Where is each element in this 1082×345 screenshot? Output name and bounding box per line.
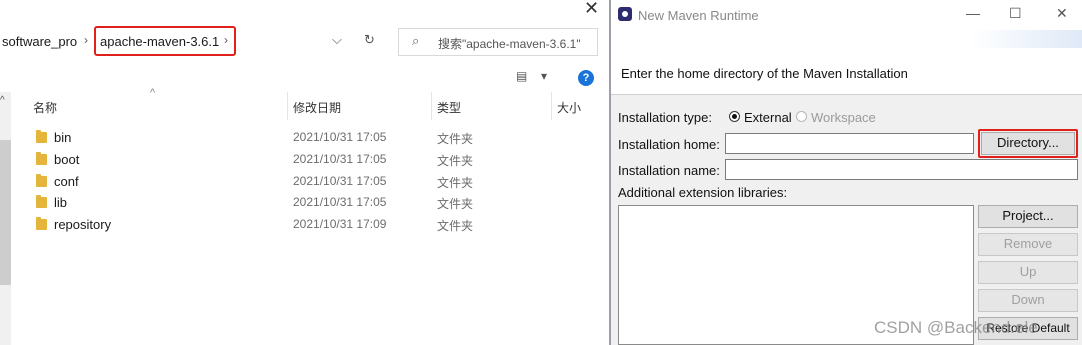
- scrollbar-thumb[interactable]: [0, 140, 11, 285]
- file-type: 文件夹: [437, 219, 474, 233]
- column-header-name[interactable]: 名称: [33, 99, 57, 116]
- column-divider[interactable]: [551, 92, 552, 120]
- search-icon: ⌕: [412, 33, 420, 48]
- new-maven-runtime-dialog: New Maven Runtime — ☐ ✕ Enter the home d…: [611, 0, 1082, 345]
- installation-name-input[interactable]: [725, 159, 1078, 180]
- workspace-radio-label[interactable]: Workspace: [811, 110, 876, 125]
- directory-button[interactable]: Directory...: [981, 132, 1075, 155]
- file-row-conf[interactable]: conf 2021/10/31 17:05 文件夹: [28, 171, 606, 193]
- header-separator: [611, 94, 1082, 95]
- file-modified-date: 2021/10/31 17:05: [293, 152, 387, 166]
- folder-icon: [36, 152, 47, 165]
- file-modified-date: 2021/10/31 17:09: [293, 217, 387, 231]
- file-row-bin[interactable]: bin 2021/10/31 17:05 文件夹: [28, 127, 606, 149]
- csdn-watermark: CSDN @Backend.ele: [874, 318, 1038, 337]
- refresh-icon[interactable]: ↻: [364, 32, 375, 48]
- header-banner-decoration: [971, 30, 1082, 48]
- installation-home-label: Installation home:: [618, 137, 720, 152]
- column-header-size[interactable]: 大小: [557, 99, 581, 116]
- minimize-icon[interactable]: —: [966, 5, 980, 21]
- file-type: 文件夹: [437, 154, 474, 168]
- installation-type-label: Installation type:: [618, 110, 712, 125]
- close-icon[interactable]: ✕: [1056, 5, 1068, 22]
- file-type: 文件夹: [437, 176, 474, 190]
- breadcrumb-item-current[interactable]: apache-maven-3.6.1: [100, 34, 219, 49]
- file-row-boot[interactable]: boot 2021/10/31 17:05 文件夹: [28, 149, 606, 171]
- eclipse-app-icon: [618, 7, 632, 21]
- address-dropdown-icon[interactable]: ⌵: [332, 32, 342, 48]
- file-type: 文件夹: [437, 132, 474, 146]
- folder-icon: [36, 195, 47, 208]
- file-row-lib[interactable]: lib 2021/10/31 17:05 文件夹: [28, 192, 606, 214]
- view-layout-icon[interactable]: ▤: [516, 69, 527, 83]
- installation-home-input[interactable]: [725, 133, 974, 154]
- folder-icon: [36, 174, 47, 187]
- folder-icon: [36, 217, 47, 230]
- external-radio-label[interactable]: External: [744, 110, 792, 125]
- file-row-repository[interactable]: repository 2021/10/31 17:09 文件夹: [28, 214, 606, 236]
- file-modified-date: 2021/10/31 17:05: [293, 195, 387, 209]
- file-modified-date: 2021/10/31 17:05: [293, 130, 387, 144]
- extension-libraries-label: Additional extension libraries:: [618, 185, 788, 200]
- view-dropdown-icon[interactable]: ▾: [541, 69, 547, 83]
- down-button[interactable]: Down: [978, 289, 1078, 312]
- up-button[interactable]: Up: [978, 261, 1078, 284]
- file-name: conf: [54, 174, 79, 189]
- column-header-date[interactable]: 修改日期: [293, 99, 341, 116]
- file-type: 文件夹: [437, 197, 474, 211]
- column-divider[interactable]: [431, 92, 432, 120]
- maximize-icon[interactable]: ☐: [1009, 5, 1022, 22]
- close-icon[interactable]: ✕: [584, 0, 599, 19]
- file-modified-date: 2021/10/31 17:05: [293, 174, 387, 188]
- breadcrumb-chevron-icon[interactable]: ›: [224, 33, 228, 47]
- file-explorer-window: software_pro › apache-maven-3.6.1 › ⌵ ↻ …: [0, 0, 610, 345]
- project-button[interactable]: Project...: [978, 205, 1078, 228]
- breadcrumb-chevron-icon[interactable]: ›: [84, 33, 88, 47]
- help-icon[interactable]: ?: [578, 70, 594, 86]
- column-divider[interactable]: [287, 92, 288, 120]
- breadcrumb-item-software-pro[interactable]: software_pro: [2, 34, 77, 49]
- workspace-radio[interactable]: [796, 111, 807, 122]
- installation-name-label: Installation name:: [618, 163, 720, 178]
- dialog-title: New Maven Runtime: [638, 8, 759, 23]
- sort-caret-icon: ^: [150, 87, 156, 99]
- folder-icon: [36, 130, 47, 143]
- dialog-description: Enter the home directory of the Maven In…: [621, 66, 908, 81]
- file-name: boot: [54, 152, 80, 167]
- file-name: bin: [54, 130, 72, 145]
- file-name: repository: [54, 217, 112, 232]
- remove-button[interactable]: Remove: [978, 233, 1078, 256]
- column-header-type[interactable]: 类型: [437, 99, 461, 116]
- external-radio[interactable]: [729, 111, 740, 122]
- file-name: lib: [54, 195, 68, 210]
- scroll-up-icon[interactable]: ^: [0, 95, 5, 106]
- search-placeholder: 搜索"apache-maven-3.6.1": [438, 37, 581, 51]
